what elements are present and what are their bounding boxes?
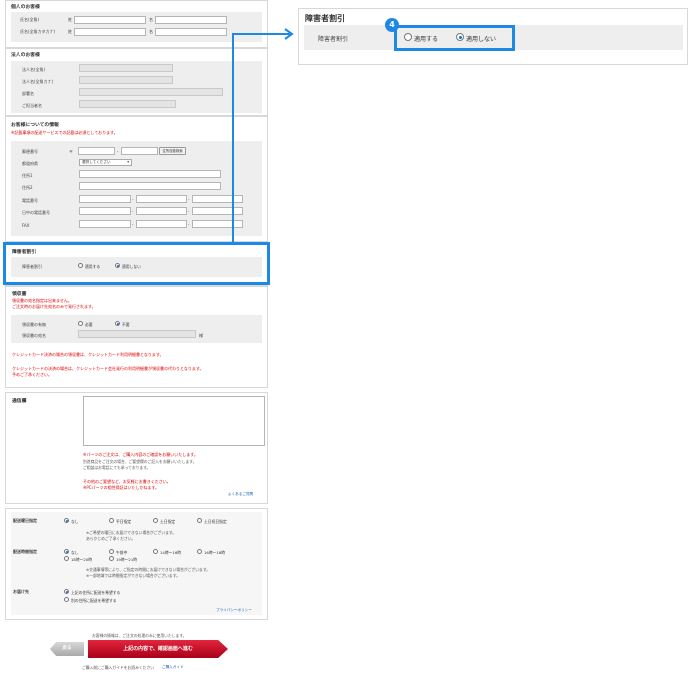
zoom-highlight-box [394, 25, 515, 51]
zoom-disability-title: 障害者割引 [305, 14, 345, 23]
step-badge: 4 [385, 18, 399, 32]
connector-arrow [232, 28, 294, 242]
step-badge-number: 4 [389, 20, 395, 29]
zoom-disability-label: 障害者割引 [318, 36, 349, 43]
